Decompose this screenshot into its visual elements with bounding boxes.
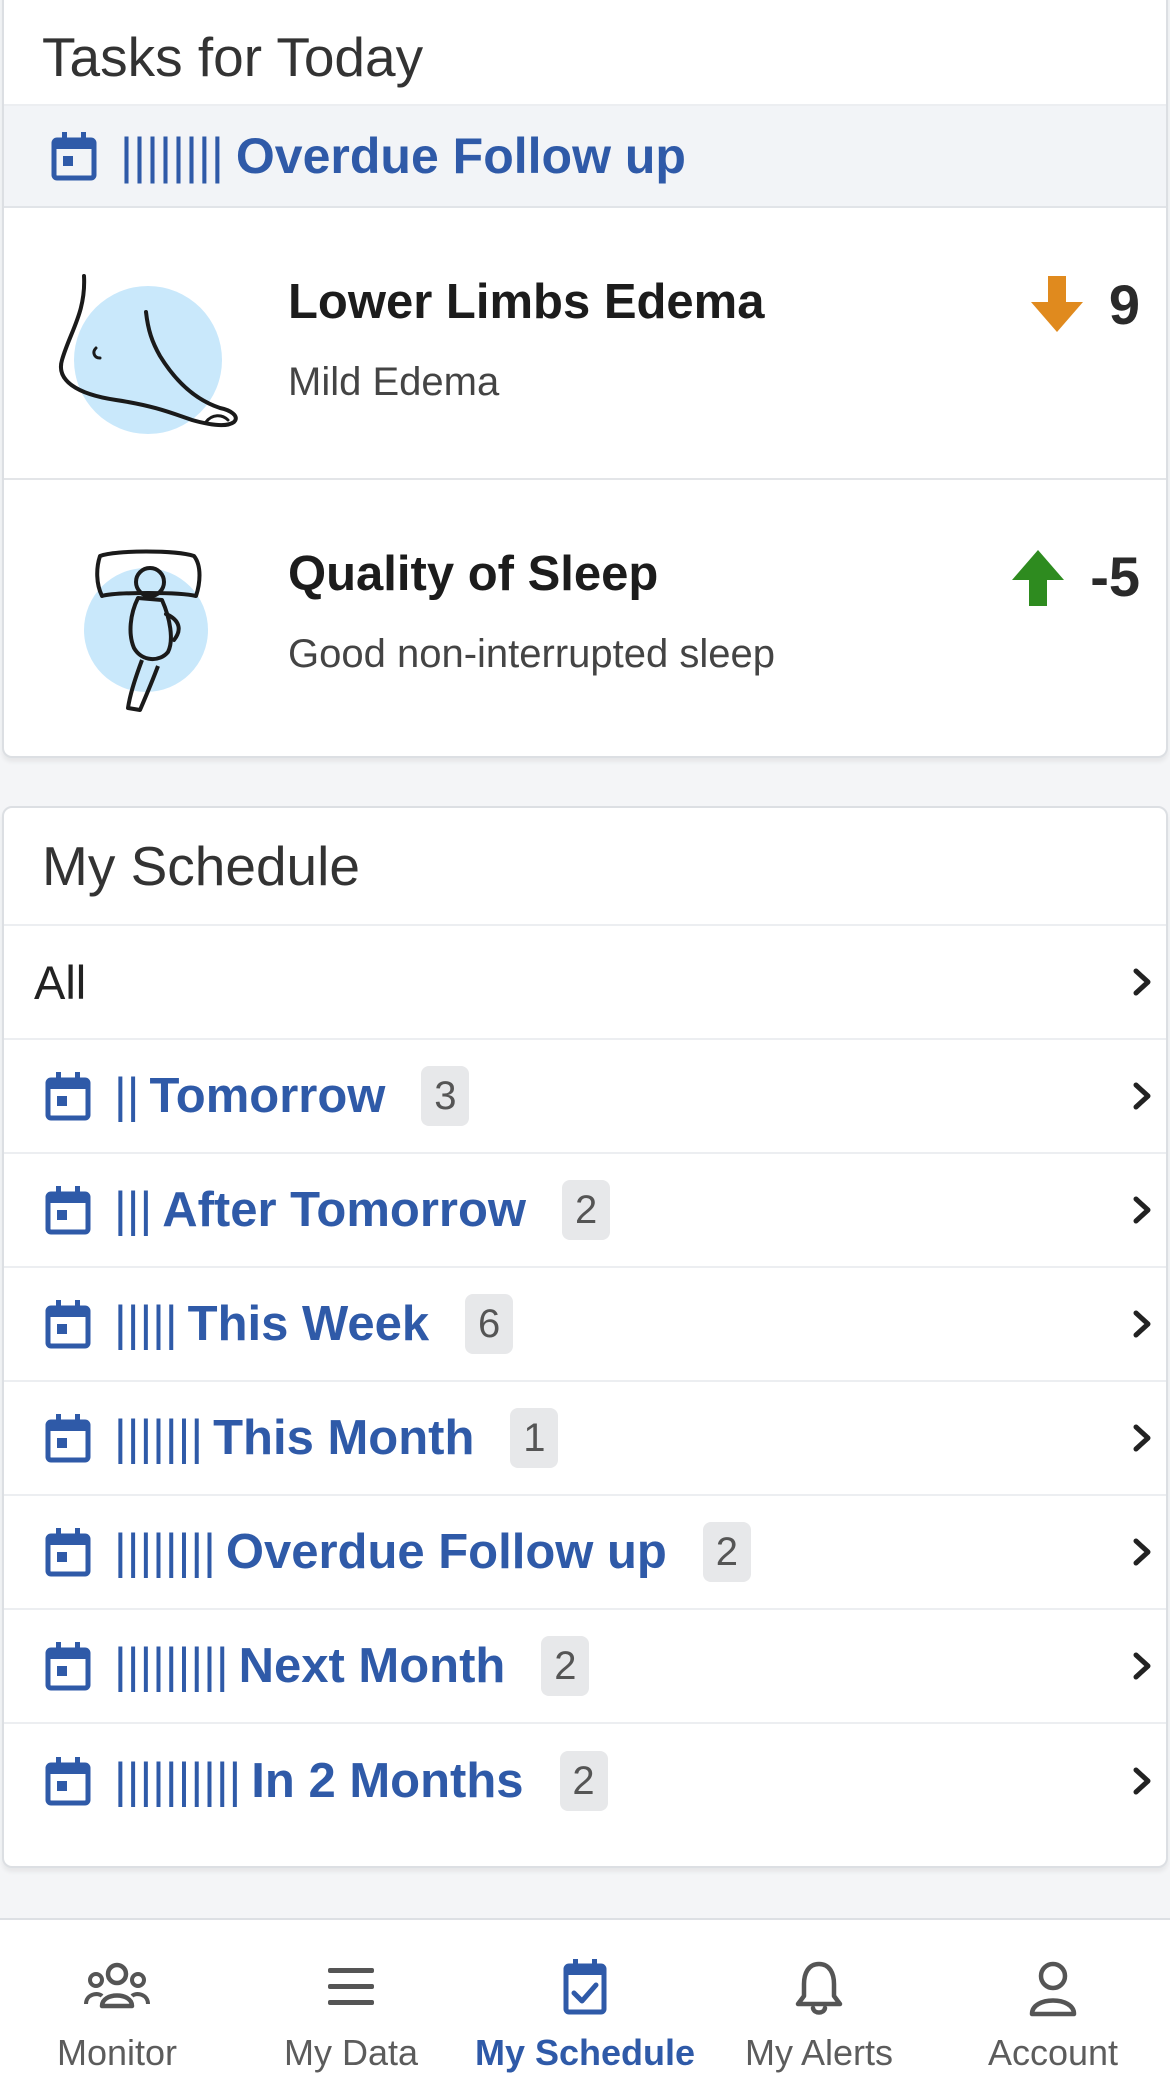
chevron-right-icon xyxy=(1133,1652,1151,1680)
task-title: Lower Limbs Edema xyxy=(288,275,765,329)
schedule-row[interactable]: ||||||||| Next Month 2 xyxy=(4,1610,1166,1724)
user-icon xyxy=(1029,1961,1077,2017)
task-trend: 9 xyxy=(1030,272,1140,337)
count-badge: 2 xyxy=(559,1751,608,1811)
nav-my-data[interactable]: My Data xyxy=(234,1920,468,2080)
schedule-row-label: Next Month xyxy=(238,1639,506,1693)
chevron-right-icon xyxy=(1133,1196,1151,1224)
people-icon xyxy=(84,1962,150,2009)
chevron-right-icon xyxy=(1133,1082,1151,1110)
schedule-row-label: Overdue Follow up xyxy=(225,1525,667,1579)
nav-label: My Schedule xyxy=(474,2032,696,2073)
task-trend-value: -5 xyxy=(1090,545,1140,608)
tasks-group-header[interactable]: |||||||| Overdue Follow up xyxy=(4,106,1166,208)
nav-label: My Data xyxy=(283,2032,419,2073)
nav-my-schedule[interactable]: My Schedule xyxy=(468,1920,702,2080)
schedule-all-label: All xyxy=(34,955,87,1009)
tasks-group-bars: |||||||| xyxy=(120,128,224,184)
calendar-icon xyxy=(45,1528,91,1577)
sleep-illustration xyxy=(84,549,208,712)
schedule-card: My Schedule All || Tomorrow 3 ||| After Tomo… xyxy=(2,806,1168,1868)
count-badge: 2 xyxy=(562,1180,611,1240)
calendar-icon xyxy=(45,1414,91,1463)
schedule-row-label-group: ||| After Tomorrow xyxy=(44,1182,526,1238)
chevron-right-icon xyxy=(1133,968,1151,996)
calendar-icon xyxy=(45,1642,91,1691)
count-badge: 2 xyxy=(541,1636,590,1696)
calendar-icon xyxy=(45,1186,91,1235)
task-trend-value: 9 xyxy=(1108,273,1140,336)
nav-monitor[interactable]: Monitor xyxy=(0,1920,234,2080)
schedule-row-bars: ||||||||| xyxy=(114,1639,229,1693)
arrow-down-icon xyxy=(1030,275,1083,332)
nav-label: Account xyxy=(987,2032,1119,2073)
schedule-row-label: In 2 Months xyxy=(251,1754,524,1808)
menu-icon xyxy=(328,1968,374,2005)
count-badge: 6 xyxy=(465,1294,514,1354)
schedule-row-label: After Tomorrow xyxy=(162,1183,527,1237)
schedule-row[interactable]: ||||| This Week 6 xyxy=(4,1268,1166,1382)
count-badge: 2 xyxy=(702,1522,751,1582)
tasks-group-label: Overdue Follow up xyxy=(235,128,686,184)
task-subtitle: Mild Edema xyxy=(288,360,500,404)
nav-label: My Alerts xyxy=(744,2032,894,2073)
count-badge: 1 xyxy=(510,1408,559,1468)
arrow-up-icon xyxy=(1012,549,1065,606)
schedule-row-label: This Week xyxy=(187,1297,430,1351)
chevron-right-icon xyxy=(1133,1310,1151,1338)
calendar-check-icon xyxy=(563,1959,607,2015)
task-subtitle: Good non-interrupted sleep xyxy=(288,632,775,676)
task-trend: -5 xyxy=(1012,544,1140,609)
schedule-row-label: Tomorrow xyxy=(149,1069,386,1123)
nav-my-alerts[interactable]: My Alerts xyxy=(702,1920,936,2080)
bottom-nav: Monitor My Data My Schedule My Alerts Ac… xyxy=(0,1918,1170,2080)
tasks-card: Tasks for Today |||||||| Overdue Follow … xyxy=(2,0,1168,758)
task-row[interactable]: Quality of Sleep Good non-interrupted sl… xyxy=(4,480,1166,752)
calendar-icon xyxy=(45,1072,91,1121)
schedule-row-label-group: ||||||| This Month xyxy=(44,1410,474,1466)
chevron-right-icon xyxy=(1133,1424,1151,1452)
schedule-row-all[interactable]: All xyxy=(4,926,1166,1040)
schedule-row-bars: |||||||| xyxy=(114,1525,216,1579)
bell-icon xyxy=(795,1961,843,2015)
nav-account[interactable]: Account xyxy=(936,1920,1170,2080)
calendar-icon xyxy=(45,1757,91,1806)
schedule-row-bars: |||||||||| xyxy=(114,1754,242,1808)
schedule-row[interactable]: || Tomorrow 3 xyxy=(4,1040,1166,1154)
schedule-row-label-group: |||||||||| In 2 Months xyxy=(44,1753,524,1809)
schedule-row-label-group: |||||||| Overdue Follow up xyxy=(44,1524,667,1580)
tasks-title: Tasks for Today xyxy=(4,0,1166,106)
chevron-right-icon xyxy=(1133,1767,1151,1795)
schedule-row-label: This Month xyxy=(213,1411,475,1465)
schedule-row[interactable]: ||| After Tomorrow 2 xyxy=(4,1154,1166,1268)
schedule-row[interactable]: |||||||||| In 2 Months 2 xyxy=(4,1724,1166,1838)
schedule-row[interactable]: |||||||| Overdue Follow up 2 xyxy=(4,1496,1166,1610)
schedule-row-label-group: ||||||||| Next Month xyxy=(44,1638,505,1694)
schedule-title: My Schedule xyxy=(4,808,1166,926)
task-title: Quality of Sleep xyxy=(288,547,659,601)
schedule-row-bars: ||||| xyxy=(114,1297,178,1351)
count-badge: 3 xyxy=(421,1066,470,1126)
calendar-icon xyxy=(51,132,97,181)
schedule-row-bars: ||| xyxy=(114,1183,153,1237)
chevron-right-icon xyxy=(1133,1538,1151,1566)
task-row[interactable]: Lower Limbs Edema Mild Edema 9 xyxy=(4,208,1166,480)
nav-label: Monitor xyxy=(56,2032,178,2073)
schedule-row[interactable]: ||||||| This Month 1 xyxy=(4,1382,1166,1496)
foot-illustration xyxy=(58,274,238,434)
schedule-row-bars: ||||||| xyxy=(114,1411,204,1465)
calendar-icon xyxy=(45,1300,91,1349)
schedule-row-bars: || xyxy=(114,1069,140,1123)
schedule-row-label-group: ||||| This Week xyxy=(44,1296,429,1352)
schedule-row-label-group: || Tomorrow xyxy=(44,1068,385,1124)
